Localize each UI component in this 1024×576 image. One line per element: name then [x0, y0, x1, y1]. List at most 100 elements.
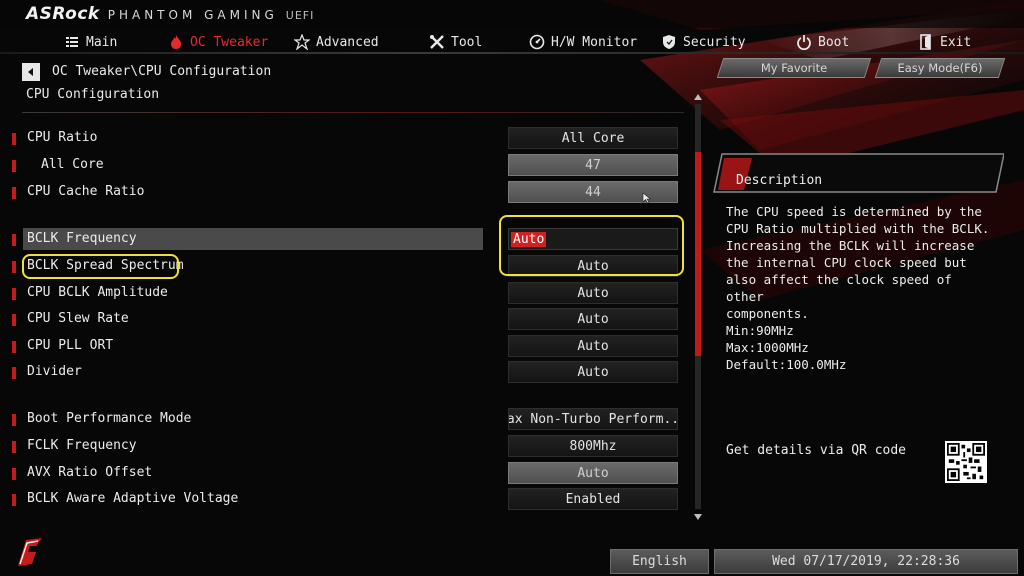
tab-exit[interactable]: Exit	[918, 31, 971, 53]
setting-row-cpu-slew-rate[interactable]: CPU Slew Rate Auto	[0, 308, 690, 332]
setting-label: CPU PLL ORT	[27, 338, 114, 353]
row-marker	[12, 494, 16, 506]
setting-row-cpu-cache-ratio[interactable]: CPU Cache Ratio 44	[0, 181, 690, 205]
row-marker	[12, 441, 16, 453]
setting-row-cpu-pll-ort[interactable]: CPU PLL ORT Auto	[0, 335, 690, 359]
tab-advanced[interactable]: Advanced	[294, 31, 379, 53]
back-arrow-icon	[28, 68, 33, 76]
setting-value-input[interactable]: Auto	[508, 228, 678, 250]
setting-label: BCLK Aware Adaptive Voltage	[27, 491, 239, 506]
easy-mode-label: Easy Mode(F6)	[897, 61, 983, 75]
setting-label: CPU Slew Rate	[27, 311, 129, 326]
row-marker	[12, 288, 16, 300]
row-marker	[12, 341, 16, 353]
setting-value[interactable]: Auto	[508, 361, 678, 383]
setting-row-bclk-frequency[interactable]: BCLK Frequency Auto	[0, 228, 690, 252]
row-marker	[12, 414, 16, 426]
scrollbar-track[interactable]	[695, 104, 701, 509]
setting-row-all-core[interactable]: All Core 47	[0, 154, 690, 178]
setting-value[interactable]: Auto	[508, 255, 678, 277]
qr-code-label: Get details via QR code	[726, 443, 907, 458]
my-favorite-button[interactable]: My Favorite	[716, 58, 872, 78]
brand-logo: ASRock	[26, 4, 100, 24]
breadcrumb: OC Tweaker\CPU Configuration	[52, 64, 272, 79]
tab-tool[interactable]: Tool	[429, 31, 482, 53]
star-icon	[294, 34, 310, 50]
shield-icon	[661, 34, 677, 50]
tab-oc-tweaker[interactable]: OC Tweaker	[168, 31, 268, 53]
setting-label: Divider	[27, 364, 82, 379]
row-marker	[12, 187, 16, 199]
row-marker	[12, 468, 16, 480]
setting-value[interactable]: 44	[508, 181, 678, 203]
setting-value[interactable]: Max Non-Turbo Perform...	[508, 408, 678, 430]
setting-label: BCLK Spread Spectrum	[27, 258, 184, 273]
setting-label: All Core	[41, 157, 104, 172]
title-divider	[22, 112, 684, 113]
setting-value[interactable]: Auto	[508, 462, 678, 484]
setting-value[interactable]: Enabled	[508, 488, 678, 510]
phantom-gaming-logo-icon	[18, 538, 42, 566]
flame-icon	[168, 34, 184, 50]
mouse-cursor-icon	[642, 192, 652, 204]
tab-hw-monitor-label: H/W Monitor	[551, 34, 638, 50]
setting-row-bclk-aware-adaptive-voltage[interactable]: BCLK Aware Adaptive Voltage Enabled	[0, 488, 690, 512]
power-icon	[796, 34, 812, 50]
setting-value[interactable]: Auto	[508, 282, 678, 304]
tab-exit-label: Exit	[940, 34, 972, 50]
setting-label: Boot Performance Mode	[27, 411, 192, 426]
row-marker	[12, 261, 16, 273]
tab-security-label: Security	[683, 34, 746, 50]
tab-advanced-label: Advanced	[316, 34, 379, 50]
setting-row-cpu-bclk-amplitude[interactable]: CPU BCLK Amplitude Auto	[0, 282, 690, 306]
setting-label: BCLK Frequency	[27, 231, 137, 246]
setting-label: FCLK Frequency	[27, 438, 137, 453]
page-title: CPU Configuration	[26, 87, 160, 102]
setting-label: CPU Ratio	[27, 130, 98, 145]
tab-oc-tweaker-label: OC Tweaker	[190, 34, 269, 50]
brand-header: ASRock PHANTOM GAMING UEFI	[26, 4, 314, 26]
setting-row-avx-ratio-offset[interactable]: AVX Ratio Offset Auto	[0, 462, 690, 486]
row-marker	[12, 367, 16, 379]
datetime-display: Wed 07/17/2019, 22:28:36	[714, 549, 1018, 574]
row-marker	[12, 133, 16, 145]
my-favorite-label: My Favorite	[760, 61, 828, 75]
tab-boot-label: Boot	[818, 34, 850, 50]
back-button[interactable]	[22, 63, 40, 81]
brand-subtitle: PHANTOM GAMING	[107, 8, 278, 22]
setting-row-cpu-ratio[interactable]: CPU Ratio All Core	[0, 127, 690, 151]
nav-divider	[0, 52, 1024, 54]
main-nav: Main OC Tweaker Advanced Tool H/W Monito…	[0, 28, 1024, 54]
gauge-icon	[529, 34, 545, 50]
description-text: The CPU speed is determined by the CPU R…	[726, 204, 990, 372]
tab-tool-label: Tool	[451, 34, 483, 50]
easy-mode-button[interactable]: Easy Mode(F6)	[874, 58, 1006, 78]
row-marker	[12, 234, 16, 246]
tab-main-label: Main	[86, 34, 118, 50]
setting-row-bclk-spread-spectrum[interactable]: BCLK Spread Spectrum Auto	[0, 255, 690, 279]
scroll-up-icon[interactable]	[694, 93, 702, 101]
setting-value[interactable]: 800Mhz	[508, 435, 678, 457]
row-marker	[12, 314, 16, 326]
setting-label: CPU BCLK Amplitude	[27, 285, 168, 300]
setting-value[interactable]: 47	[508, 154, 678, 176]
description-title: Description	[736, 173, 823, 188]
brand-uefi: UEFI	[285, 9, 315, 22]
list-icon	[64, 34, 80, 50]
setting-value[interactable]: All Core	[508, 127, 678, 149]
tab-main[interactable]: Main	[64, 31, 117, 53]
setting-row-boot-performance-mode[interactable]: Boot Performance Mode Max Non-Turbo Perf…	[0, 408, 690, 432]
tab-security[interactable]: Security	[661, 31, 746, 53]
setting-label: AVX Ratio Offset	[27, 465, 153, 480]
setting-value[interactable]: Auto	[508, 308, 678, 330]
exit-icon	[918, 34, 934, 50]
setting-row-fclk-frequency[interactable]: FCLK Frequency 800Mhz	[0, 435, 690, 459]
scrollbar-thumb[interactable]	[695, 152, 701, 356]
tab-boot[interactable]: Boot	[796, 31, 849, 53]
language-button[interactable]: English	[610, 549, 709, 574]
scroll-down-icon[interactable]	[694, 513, 702, 521]
qr-code	[945, 441, 987, 483]
tab-hw-monitor[interactable]: H/W Monitor	[529, 31, 637, 53]
setting-value[interactable]: Auto	[508, 335, 678, 357]
setting-row-divider[interactable]: Divider Auto	[0, 361, 690, 385]
